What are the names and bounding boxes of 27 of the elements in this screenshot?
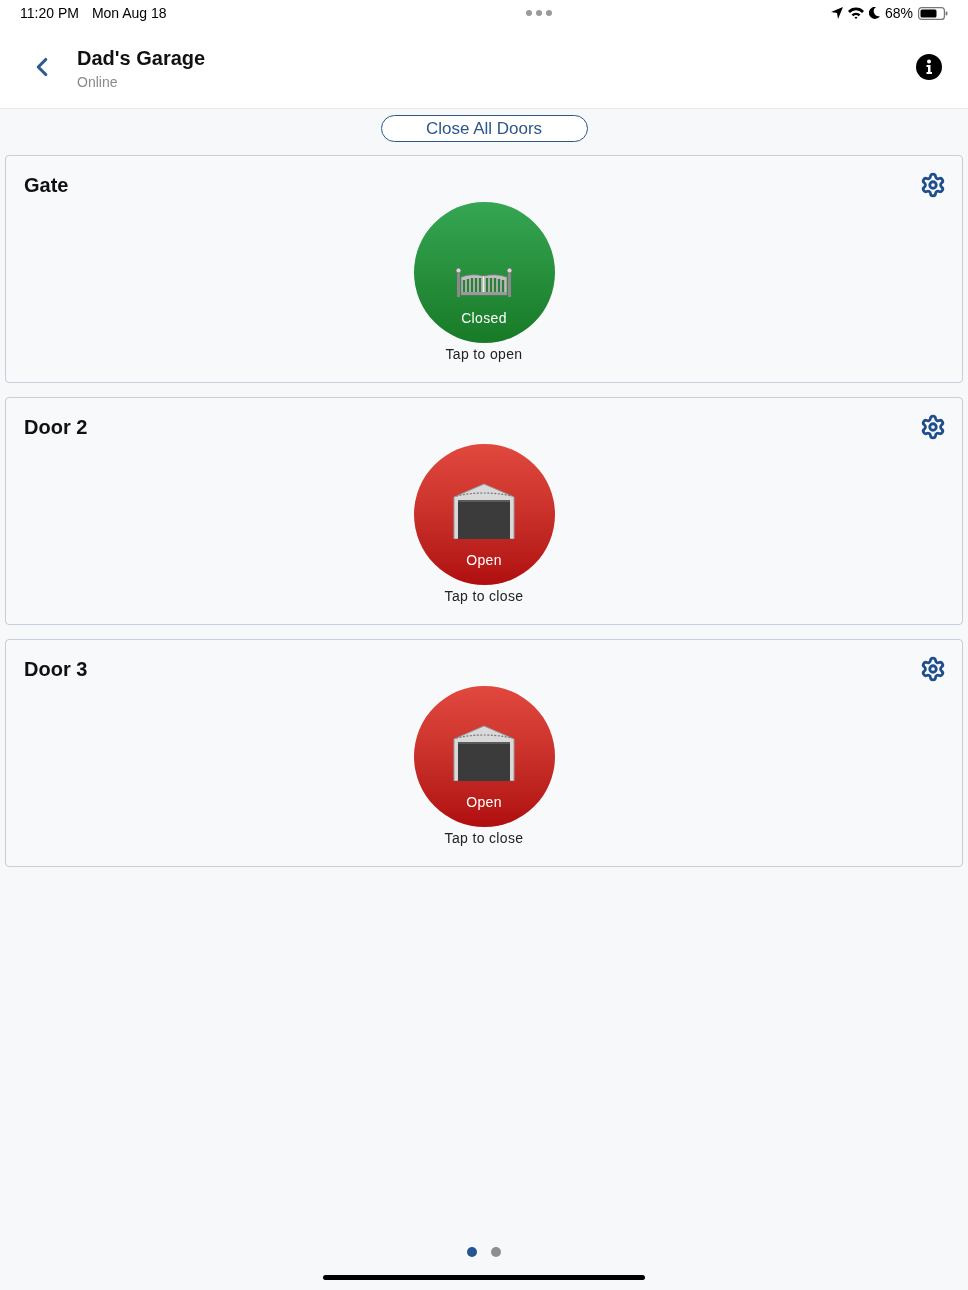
door-hint: Tap to close xyxy=(444,829,524,848)
settings-icon[interactable] xyxy=(920,414,946,440)
device-title: Dad's Garage xyxy=(77,46,206,71)
settings-icon[interactable] xyxy=(920,172,946,198)
door-toggle-button[interactable]: Closed xyxy=(413,202,555,343)
garage-door-icon xyxy=(453,483,515,539)
status-date: Mon Aug 18 xyxy=(91,3,167,23)
more-dots-icon xyxy=(525,10,552,16)
gate-icon xyxy=(455,267,513,297)
garage-door-icon xyxy=(453,725,515,781)
door-toggle-button[interactable]: Open xyxy=(413,686,555,827)
close-all-doors-button[interactable]: Close All Doors xyxy=(380,115,588,142)
door-toggle-button[interactable]: Open xyxy=(413,444,555,585)
door-name: Door 2 xyxy=(24,415,88,439)
door-name: Gate xyxy=(24,173,69,197)
location-arrow-icon xyxy=(830,7,843,19)
door-hint: Tap to open xyxy=(445,345,523,364)
door-name: Door 3 xyxy=(24,657,88,681)
wifi-icon xyxy=(847,7,864,19)
settings-icon[interactable] xyxy=(920,656,946,682)
device-status: Online xyxy=(77,73,119,91)
moon-icon xyxy=(868,7,880,19)
status-time: 11:20 PM xyxy=(20,3,79,23)
battery-icon xyxy=(918,6,948,20)
battery-percent: 68% xyxy=(884,3,913,23)
info-icon[interactable] xyxy=(916,54,942,80)
door-hint: Tap to close xyxy=(444,587,524,606)
